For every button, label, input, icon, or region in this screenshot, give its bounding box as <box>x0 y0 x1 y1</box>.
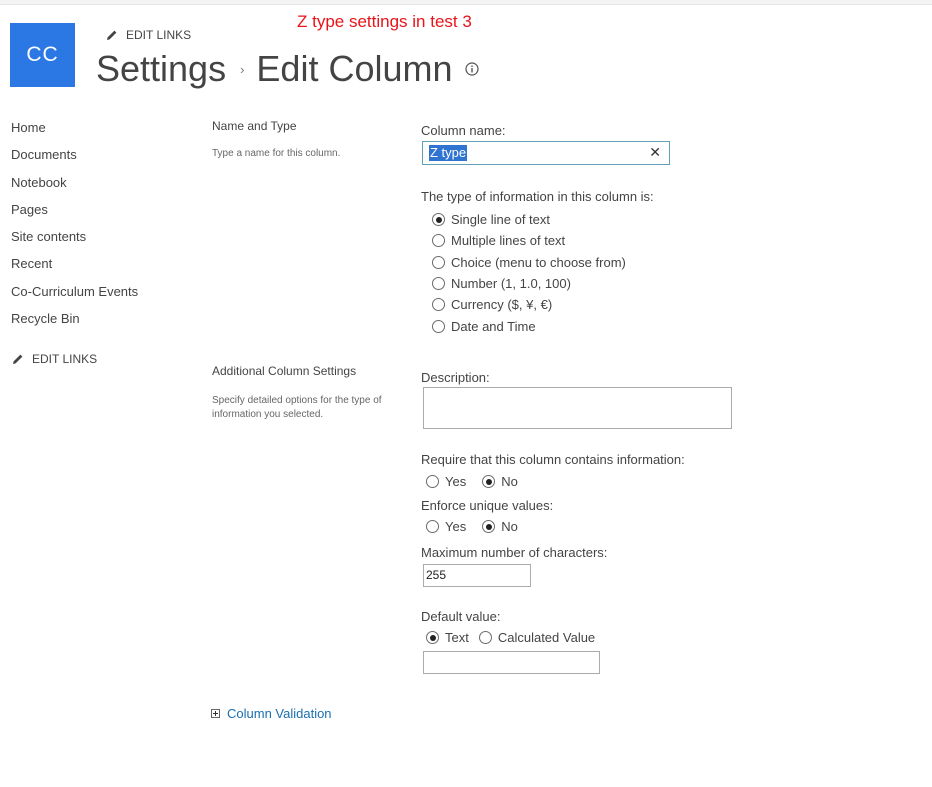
site-logo[interactable]: CC <box>10 23 75 87</box>
nav-item-recycle-bin[interactable]: Recycle Bin <box>11 310 138 337</box>
radio-button[interactable] <box>478 631 492 644</box>
radio-button[interactable] <box>426 520 439 533</box>
nav-item-recent[interactable]: Recent <box>11 255 138 282</box>
type-option-label: Date and Time <box>451 319 536 334</box>
edit-links-top[interactable]: EDIT LINKS <box>106 28 191 42</box>
additional-settings-heading: Additional Column Settings <box>212 364 357 378</box>
max-chars-value: 255 <box>426 568 447 582</box>
clear-icon[interactable]: ✕ <box>649 144 661 161</box>
column-name-input[interactable]: Z type ✕ <box>422 141 670 165</box>
nav-item-home[interactable]: Home <box>11 119 138 146</box>
radio-button[interactable] <box>432 277 445 290</box>
type-option-label: Number (1, 1.0, 100) <box>451 276 571 291</box>
info-icon[interactable] <box>464 62 479 76</box>
top-bar <box>0 0 932 5</box>
type-option-label: Single line of text <box>451 212 551 227</box>
edit-links-label: EDIT LINKS <box>126 28 192 42</box>
default-value-label: Default value: <box>421 609 501 624</box>
default-value-input[interactable] <box>423 651 600 674</box>
expand-icon[interactable] <box>211 709 220 718</box>
type-option-choice[interactable]: Choice (menu to choose from) <box>432 255 626 270</box>
edit-links-label: EDIT LINKS <box>32 352 98 366</box>
type-option-label: Currency ($, ¥, €) <box>451 297 553 312</box>
require-yes-label: Yes <box>445 474 467 489</box>
site-logo-text: CC <box>26 43 59 66</box>
radio-button[interactable] <box>432 298 445 311</box>
type-label: The type of information in this column i… <box>421 189 654 204</box>
nav-item-notebook[interactable]: Notebook <box>11 174 138 201</box>
require-options: Yes No <box>426 474 534 489</box>
name-and-type-description: Type a name for this column. <box>212 148 341 159</box>
radio-button[interactable] <box>432 234 445 247</box>
name-and-type-heading: Name and Type <box>212 119 297 133</box>
column-validation-label: Column Validation <box>227 706 332 721</box>
unique-yes-label: Yes <box>445 519 467 534</box>
column-name-label: Column name: <box>421 123 506 138</box>
unique-no-label: No <box>501 519 518 534</box>
column-name-value: Z type <box>429 145 468 161</box>
require-label: Require that this column contains inform… <box>421 452 685 467</box>
breadcrumb-settings[interactable]: Settings <box>96 48 226 90</box>
require-no-option[interactable]: No <box>482 474 518 489</box>
column-validation-link[interactable]: Column Validation <box>211 706 332 721</box>
radio-button[interactable] <box>432 320 445 333</box>
radio-button[interactable] <box>482 475 496 488</box>
pencil-icon <box>107 30 117 40</box>
additional-settings-description: Specify detailed options for the type of… <box>212 395 382 420</box>
type-option-label: Choice (menu to choose from) <box>451 255 626 270</box>
max-chars-input[interactable]: 255 <box>423 564 531 587</box>
require-no-label: No <box>501 474 518 489</box>
nav-item-site-contents[interactable]: Site contents <box>11 228 138 255</box>
type-option-date-time[interactable]: Date and Time <box>432 319 536 334</box>
description-textarea[interactable] <box>423 387 732 429</box>
quick-launch-nav: Home Documents Notebook Pages Site conte… <box>11 119 138 337</box>
default-text-option[interactable]: Text <box>426 630 469 645</box>
radio-button[interactable] <box>426 475 439 488</box>
unique-label: Enforce unique values: <box>421 498 554 513</box>
nav-item-co-curriculum-events[interactable]: Co-Curriculum Events <box>11 283 138 310</box>
default-value-options: Text Calculated Value <box>426 630 611 645</box>
nav-item-pages[interactable]: Pages <box>11 201 138 228</box>
unique-yes-option[interactable]: Yes <box>426 519 466 534</box>
screenshot-annotation: Z type settings in test 3 <box>297 12 472 31</box>
page-title: Settings › Edit Column <box>96 48 479 90</box>
radio-button[interactable] <box>426 631 439 644</box>
nav-item-documents[interactable]: Documents <box>11 146 138 173</box>
default-calculated-label: Calculated Value <box>497 630 596 645</box>
type-option-single-line[interactable]: Single line of text <box>432 212 550 227</box>
radio-button[interactable] <box>482 520 496 533</box>
edit-links-side[interactable]: EDIT LINKS <box>12 352 97 366</box>
type-option-number[interactable]: Number (1, 1.0, 100) <box>432 276 571 291</box>
default-calculated-option[interactable]: Calculated Value <box>478 630 596 645</box>
unique-options: Yes No <box>426 519 534 534</box>
breadcrumb-separator: › <box>240 61 245 77</box>
pencil-icon <box>13 354 23 364</box>
description-label: Description: <box>421 370 490 385</box>
type-option-multiple-lines[interactable]: Multiple lines of text <box>432 233 565 248</box>
max-chars-label: Maximum number of characters: <box>421 545 608 560</box>
type-option-label: Multiple lines of text <box>451 233 566 248</box>
radio-button[interactable] <box>432 213 445 226</box>
require-yes-option[interactable]: Yes <box>426 474 466 489</box>
unique-no-option[interactable]: No <box>482 519 518 534</box>
type-option-currency[interactable]: Currency ($, ¥, €) <box>432 297 552 312</box>
default-text-label: Text <box>445 630 469 645</box>
radio-button[interactable] <box>432 256 445 269</box>
breadcrumb-edit-column: Edit Column <box>256 48 453 89</box>
